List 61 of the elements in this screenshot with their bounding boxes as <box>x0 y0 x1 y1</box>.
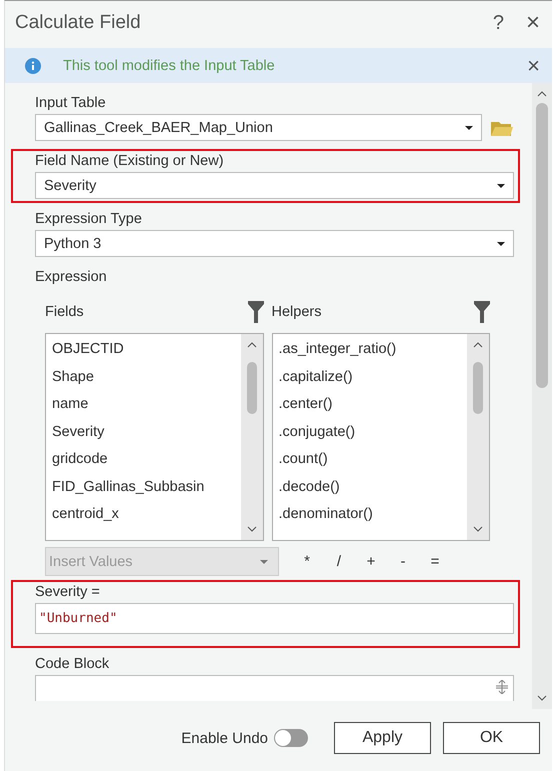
operator-button[interactable]: + <box>355 552 387 571</box>
list-label: Helpers <box>272 304 322 320</box>
field-label: Expression Type <box>35 211 143 227</box>
caret-icon <box>497 184 505 188</box>
toggle-label: Enable Undo <box>181 730 268 746</box>
scroll-up-icon[interactable] <box>246 342 256 348</box>
help-button[interactable]: ? <box>488 12 508 34</box>
dialog-button[interactable]: OK <box>443 722 540 754</box>
field-label: Severity = <box>35 584 101 600</box>
list-item[interactable]: .count() <box>278 448 461 476</box>
scroll-down-icon[interactable] <box>246 526 256 532</box>
list-item[interactable]: .denominator() <box>278 503 461 530</box>
operator-button[interactable]: / <box>323 552 355 571</box>
operator-button[interactable]: - <box>387 552 419 571</box>
input-table-dropdown[interactable]: Gallinas_Creek_BAER_Map_Union <box>35 114 482 141</box>
dialog-button[interactable]: Apply <box>334 722 431 754</box>
resize-icon[interactable] <box>495 680 509 694</box>
caret-icon <box>260 560 268 564</box>
list-item[interactable]: .conjugate() <box>278 420 461 448</box>
list-item[interactable]: .decode() <box>278 476 461 503</box>
filter-icon[interactable] <box>474 301 490 323</box>
field-label: Field Name (Existing or New) <box>35 153 225 169</box>
scroll-thumb[interactable] <box>246 362 256 414</box>
expression-input[interactable]: "Unburned" <box>35 603 514 634</box>
section-label: Expression <box>35 269 108 285</box>
operator-button[interactable]: * <box>291 552 323 571</box>
operator-button[interactable]: = <box>419 552 451 571</box>
scroll-thumb[interactable] <box>473 362 483 414</box>
scroll-down-icon[interactable] <box>537 695 547 701</box>
dismiss-button[interactable]: × <box>523 52 544 78</box>
list-item[interactable]: FID_Gallinas_Subbasin <box>52 476 234 503</box>
field-name-dropdown[interactable]: Severity <box>35 172 514 199</box>
scroll-up-icon[interactable] <box>473 342 483 348</box>
scroll-up-icon[interactable] <box>537 91 547 97</box>
scrollbar[interactable] <box>467 334 489 540</box>
scroll-thumb[interactable] <box>536 103 548 388</box>
list-item[interactable]: centroid_x <box>52 503 234 530</box>
window-title: Calculate Field <box>15 12 142 34</box>
list-item[interactable]: gridcode <box>52 448 234 476</box>
scrollbar[interactable] <box>240 334 262 540</box>
list-item[interactable]: .center() <box>278 393 461 420</box>
close-button[interactable]: × <box>522 9 544 37</box>
caret-icon <box>465 126 473 130</box>
list-item[interactable]: .as_integer_ratio() <box>278 338 461 366</box>
list-item[interactable]: name <box>52 393 234 420</box>
filter-icon[interactable] <box>248 301 264 323</box>
list-item[interactable]: Shape <box>52 366 234 393</box>
info-icon <box>25 58 41 74</box>
info-message: This tool modifies the Input Table <box>63 58 276 74</box>
field-label: Code Block <box>35 656 110 672</box>
list-item[interactable]: OBJECTID <box>52 338 234 366</box>
field-label: Input Table <box>35 95 107 111</box>
list-label: Fields <box>45 304 84 320</box>
caret-icon <box>497 242 505 246</box>
expression-type-dropdown[interactable]: Python 3 <box>35 230 514 257</box>
list-item[interactable]: Severity <box>52 420 234 448</box>
code-block-input[interactable] <box>35 675 514 701</box>
scrollbar[interactable] <box>532 83 552 709</box>
enable-undo-toggle[interactable] <box>274 729 308 747</box>
scroll-down-icon[interactable] <box>473 526 483 532</box>
list-item[interactable]: .capitalize() <box>278 366 461 393</box>
